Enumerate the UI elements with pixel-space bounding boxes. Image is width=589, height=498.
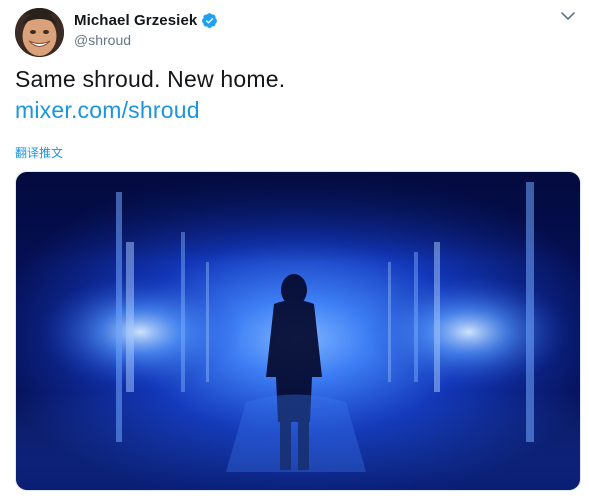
avatar[interactable]	[15, 8, 64, 57]
author-handle[interactable]: @shroud	[74, 32, 218, 48]
tweet-menu-button[interactable]	[557, 8, 579, 26]
tweet-card: Michael Grzesiek @shroud Same shroud. Ne…	[0, 0, 589, 498]
tweet-text: Same shroud. New home. mixer.com/shroud	[15, 64, 285, 126]
video-thumbnail[interactable]	[15, 171, 581, 491]
tweet-text-line: Same shroud. New home.	[15, 66, 286, 92]
tweet-link[interactable]: mixer.com/shroud	[15, 97, 200, 123]
verified-badge-icon	[201, 12, 218, 29]
display-name[interactable]: Michael Grzesiek	[74, 12, 197, 29]
video-scene-image	[16, 172, 580, 490]
chevron-down-icon	[561, 8, 575, 26]
avatar-face-icon	[15, 8, 64, 57]
author-block: Michael Grzesiek @shroud	[74, 10, 218, 48]
name-row: Michael Grzesiek	[74, 10, 218, 30]
translate-tweet-link[interactable]: 翻译推文	[15, 144, 63, 161]
